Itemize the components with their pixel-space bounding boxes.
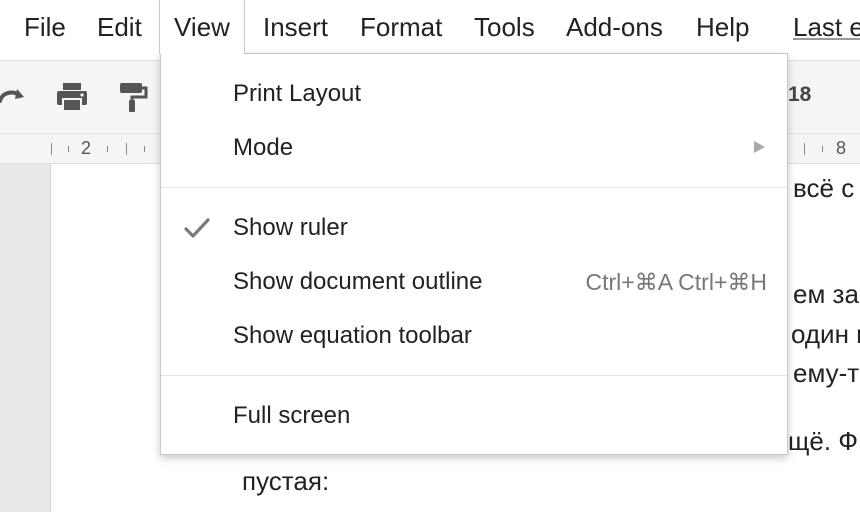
font-size-value[interactable]: 18 (788, 83, 811, 107)
menu-tools[interactable]: Tools (474, 0, 535, 54)
menu-item-show-equation-toolbar[interactable]: Show equation toolbar (161, 309, 787, 363)
menu-item-label: Show document outline (233, 268, 483, 295)
redo-icon[interactable] (0, 79, 30, 115)
menu-item-show-document-outline[interactable]: Show document outline Ctrl+⌘A Ctrl+⌘H (161, 255, 787, 309)
menu-item-shortcut: Ctrl+⌘A Ctrl+⌘H (585, 269, 767, 295)
submenu-arrow-icon (754, 141, 765, 153)
menu-item-mode[interactable]: Mode (161, 121, 787, 175)
menu-item-label: Show equation toolbar (233, 322, 472, 349)
menu-file[interactable]: File (24, 0, 66, 54)
menu-item-print-layout[interactable]: Print Layout (161, 67, 787, 121)
menu-format[interactable]: Format (360, 0, 442, 54)
view-menu-dropdown: Print Layout Mode Show ruler Show docume… (160, 53, 788, 455)
menu-addons[interactable]: Add-ons (566, 0, 663, 54)
ruler-number-left: 2 (81, 138, 92, 158)
menu-edit[interactable]: Edit (97, 0, 142, 54)
menu-item-full-screen[interactable]: Full screen (161, 389, 787, 443)
ruler-tick (144, 146, 145, 152)
last-edit-link[interactable]: Last e (793, 0, 860, 54)
menu-insert[interactable]: Insert (263, 0, 328, 54)
menu-item-label: Show ruler (233, 214, 348, 241)
document-text-line: ем за (793, 279, 859, 309)
menu-item-show-ruler[interactable]: Show ruler (161, 201, 787, 255)
ruler-tick (68, 146, 69, 152)
menu-item-label: Print Layout (233, 80, 362, 107)
document-text-line: всё с (793, 173, 855, 203)
ruler-tick (822, 146, 823, 152)
ruler-tick (804, 143, 805, 155)
ruler-tick (126, 143, 127, 155)
ruler-tick (51, 143, 52, 155)
paint-format-icon[interactable] (114, 79, 150, 115)
document-text-line: щё. Ф (788, 426, 859, 456)
ruler-number-right: 8 (836, 138, 847, 158)
menu-separator (161, 375, 787, 376)
menu-item-label: Mode (233, 134, 294, 161)
menu-separator (161, 187, 787, 188)
menu-item-label: Full screen (233, 402, 351, 429)
menu-view[interactable]: View (159, 0, 245, 54)
print-icon[interactable] (54, 79, 90, 115)
menu-help[interactable]: Help (696, 0, 749, 54)
checkmark-icon (183, 216, 211, 240)
menubar: File Edit View Insert Format Tools Add-o… (0, 0, 860, 54)
document-text-line: один п (791, 319, 860, 349)
ruler-tick (107, 146, 108, 152)
document-text-line: пустая: (242, 466, 330, 496)
document-text-line: ему-т (793, 358, 860, 388)
